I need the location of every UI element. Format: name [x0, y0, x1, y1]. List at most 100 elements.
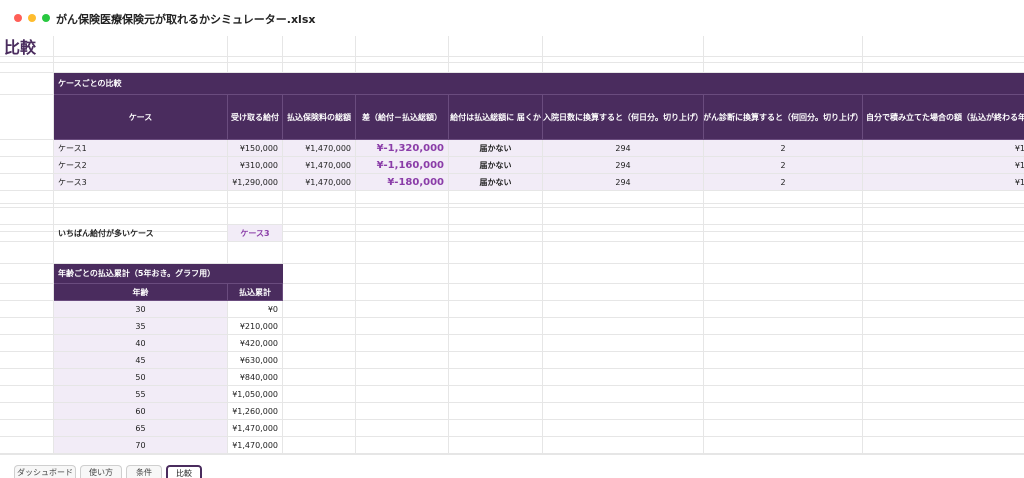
- empty-cell[interactable]: [356, 369, 449, 386]
- empty-cell[interactable]: [449, 36, 543, 57]
- empty-cell[interactable]: [283, 335, 356, 352]
- empty-cell[interactable]: [863, 232, 1024, 242]
- empty-cell[interactable]: [0, 157, 54, 174]
- maximize-window-button[interactable]: [42, 14, 50, 22]
- empty-cell[interactable]: [543, 352, 704, 369]
- empty-cell[interactable]: [0, 335, 54, 352]
- cumulative-total-cell[interactable]: ¥1,260,000: [228, 403, 283, 420]
- benefit-cell[interactable]: ¥150,000: [228, 140, 283, 157]
- empty-cell[interactable]: [704, 420, 863, 437]
- empty-cell[interactable]: [356, 264, 449, 284]
- sheet-tab-2[interactable]: 条件: [126, 465, 162, 478]
- empty-cell[interactable]: [704, 225, 863, 232]
- section-title-cumulative[interactable]: 年齢ごとの払込累計（5年おき。グラフ用）: [54, 264, 283, 284]
- empty-cell[interactable]: [863, 264, 1024, 284]
- empty-cell[interactable]: [863, 63, 1024, 73]
- empty-cell[interactable]: [543, 301, 704, 318]
- reach-cell[interactable]: 届かない: [449, 140, 543, 157]
- empty-cell[interactable]: [283, 420, 356, 437]
- difference-cell[interactable]: ¥-1,320,000: [356, 140, 449, 157]
- age-cell[interactable]: 65: [54, 420, 228, 437]
- empty-cell[interactable]: [704, 318, 863, 335]
- empty-cell[interactable]: [543, 386, 704, 403]
- empty-cell[interactable]: [543, 225, 704, 232]
- empty-cell[interactable]: [0, 140, 54, 157]
- hospital-days-cell[interactable]: 294: [543, 157, 704, 174]
- age-cell[interactable]: 35: [54, 318, 228, 335]
- column-header[interactable]: 払込累計: [228, 284, 283, 301]
- empty-cell[interactable]: [54, 63, 228, 73]
- empty-cell[interactable]: [283, 352, 356, 369]
- cumulative-total-cell[interactable]: ¥840,000: [228, 369, 283, 386]
- hospital-days-cell[interactable]: 294: [543, 174, 704, 191]
- empty-cell[interactable]: [704, 386, 863, 403]
- empty-cell[interactable]: [704, 191, 863, 204]
- empty-cell[interactable]: [228, 242, 283, 264]
- empty-cell[interactable]: [0, 318, 54, 335]
- section-title-comparison[interactable]: ケースごとの比較: [54, 73, 1024, 95]
- empty-cell[interactable]: [449, 335, 543, 352]
- empty-cell[interactable]: [283, 284, 356, 301]
- empty-cell[interactable]: [704, 264, 863, 284]
- cumulative-total-cell[interactable]: ¥1,470,000: [228, 420, 283, 437]
- empty-cell[interactable]: [543, 208, 704, 225]
- empty-cell[interactable]: [356, 225, 449, 232]
- cumulative-total-cell[interactable]: ¥1,050,000: [228, 386, 283, 403]
- empty-cell[interactable]: [863, 437, 1024, 454]
- column-header[interactable]: 受け取る給付: [228, 95, 283, 140]
- column-header[interactable]: 差（給付－払込総額）: [356, 95, 449, 140]
- premium-total-cell[interactable]: ¥1,470,000: [283, 140, 356, 157]
- sheet-tab-1[interactable]: 使い方: [80, 465, 122, 478]
- empty-cell[interactable]: [704, 335, 863, 352]
- minimize-window-button[interactable]: [28, 14, 36, 22]
- case-name-cell[interactable]: ケース3: [54, 174, 228, 191]
- empty-cell[interactable]: [54, 242, 228, 264]
- self-saving-cell[interactable]: ¥1: [863, 174, 1024, 191]
- empty-cell[interactable]: [283, 437, 356, 454]
- empty-cell[interactable]: [356, 242, 449, 264]
- empty-cell[interactable]: [704, 301, 863, 318]
- empty-cell[interactable]: [543, 264, 704, 284]
- empty-cell[interactable]: [356, 301, 449, 318]
- empty-cell[interactable]: [356, 335, 449, 352]
- column-header[interactable]: ケース: [54, 95, 228, 140]
- empty-cell[interactable]: [0, 191, 54, 204]
- age-cell[interactable]: 60: [54, 403, 228, 420]
- empty-cell[interactable]: [449, 264, 543, 284]
- empty-cell[interactable]: [356, 403, 449, 420]
- empty-cell[interactable]: [863, 225, 1024, 232]
- cumulative-total-cell[interactable]: ¥420,000: [228, 335, 283, 352]
- empty-cell[interactable]: [283, 318, 356, 335]
- cumulative-total-cell[interactable]: ¥0: [228, 301, 283, 318]
- empty-cell[interactable]: [283, 369, 356, 386]
- difference-cell[interactable]: ¥-180,000: [356, 174, 449, 191]
- empty-cell[interactable]: [543, 437, 704, 454]
- empty-cell[interactable]: [449, 284, 543, 301]
- empty-cell[interactable]: [543, 335, 704, 352]
- empty-cell[interactable]: [449, 369, 543, 386]
- empty-cell[interactable]: [863, 318, 1024, 335]
- empty-cell[interactable]: [283, 232, 356, 242]
- cumulative-total-cell[interactable]: ¥1,470,000: [228, 437, 283, 454]
- empty-cell[interactable]: [283, 301, 356, 318]
- empty-cell[interactable]: [228, 63, 283, 73]
- empty-cell[interactable]: [704, 232, 863, 242]
- empty-cell[interactable]: [283, 225, 356, 232]
- empty-cell[interactable]: [356, 352, 449, 369]
- empty-cell[interactable]: [54, 191, 228, 204]
- empty-cell[interactable]: [54, 36, 228, 57]
- self-saving-cell[interactable]: ¥1: [863, 157, 1024, 174]
- empty-cell[interactable]: [704, 36, 863, 57]
- empty-cell[interactable]: [449, 232, 543, 242]
- empty-cell[interactable]: [449, 420, 543, 437]
- empty-cell[interactable]: [863, 208, 1024, 225]
- empty-cell[interactable]: [0, 437, 54, 454]
- empty-cell[interactable]: [0, 420, 54, 437]
- empty-cell[interactable]: [543, 403, 704, 420]
- empty-cell[interactable]: [228, 208, 283, 225]
- close-window-button[interactable]: [14, 14, 22, 22]
- sheet-tab-0[interactable]: ダッシュボード: [14, 465, 76, 478]
- empty-cell[interactable]: [228, 36, 283, 57]
- empty-cell[interactable]: [863, 284, 1024, 301]
- empty-cell[interactable]: [704, 437, 863, 454]
